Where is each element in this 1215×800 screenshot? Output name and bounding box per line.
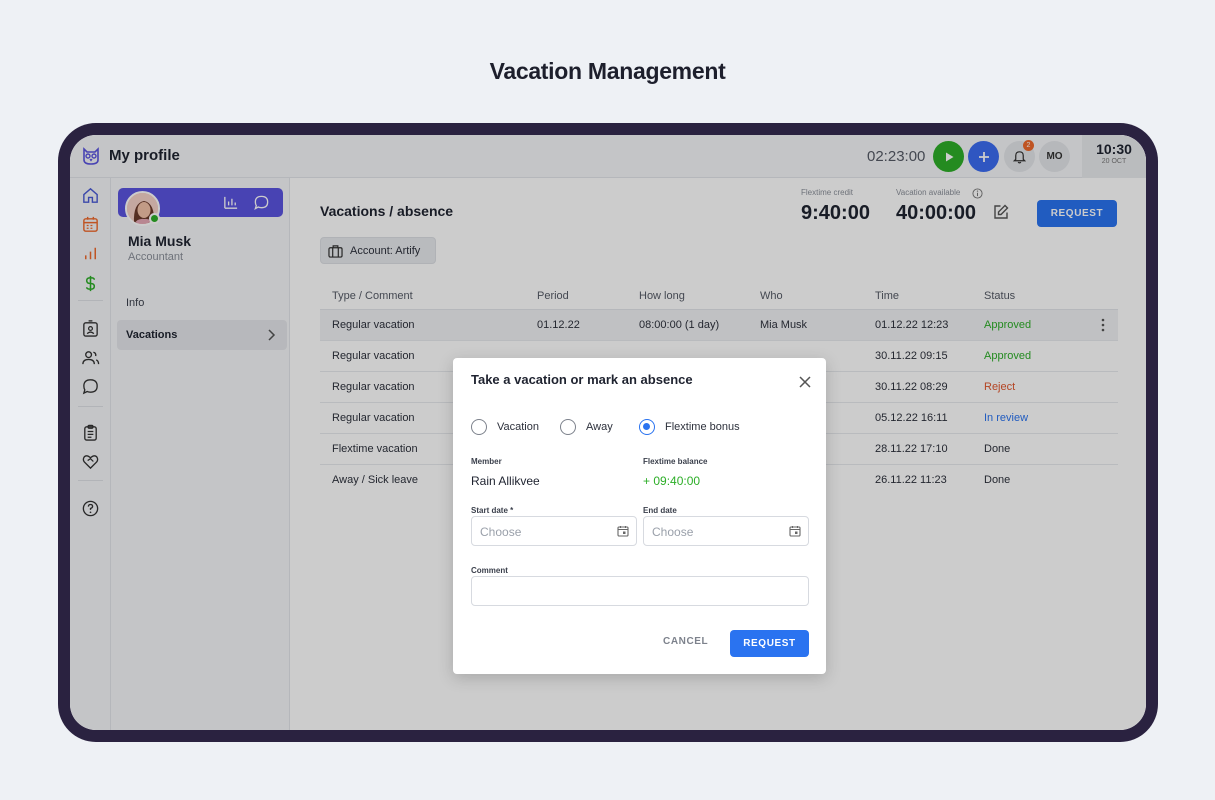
flextime-balance-value: + 09:40:00 [643, 474, 701, 488]
page-heading: Vacation Management [489, 58, 726, 84]
cancel-button[interactable]: CANCEL [663, 636, 708, 647]
modal-title: Take a vacation or mark an absence [471, 372, 693, 387]
end-date-label: End date [643, 506, 677, 515]
start-date-placeholder: Choose [480, 525, 522, 539]
start-date-input[interactable]: Choose [471, 516, 637, 546]
close-icon[interactable] [799, 376, 811, 388]
start-date-label: Start date * [471, 506, 514, 515]
app-screen: My profile 02:23:00 2 MO 10:30 20 OCT Mi… [70, 135, 1146, 730]
end-date-placeholder: Choose [652, 525, 694, 539]
calendar-picker-icon[interactable] [789, 525, 801, 537]
radio-away-label[interactable]: Away [586, 421, 613, 433]
flextime-balance-label: Flextime balance [643, 457, 708, 466]
vacation-request-modal: Take a vacation or mark an absence Vacat… [453, 358, 826, 674]
radio-flextime-bonus[interactable] [639, 419, 655, 435]
device-frame: My profile 02:23:00 2 MO 10:30 20 OCT Mi… [58, 123, 1158, 742]
radio-vacation[interactable] [471, 419, 487, 435]
calendar-picker-icon[interactable] [617, 525, 629, 537]
radio-flextime-bonus-label[interactable]: Flextime bonus [665, 421, 740, 433]
member-value: Rain Allikvee [471, 474, 540, 488]
submit-request-button[interactable]: REQUEST [730, 630, 809, 657]
radio-vacation-label[interactable]: Vacation [497, 421, 539, 433]
member-label: Member [471, 457, 502, 466]
end-date-input[interactable]: Choose [643, 516, 809, 546]
comment-input[interactable] [471, 576, 809, 606]
radio-away[interactable] [560, 419, 576, 435]
comment-label: Comment [471, 566, 508, 575]
